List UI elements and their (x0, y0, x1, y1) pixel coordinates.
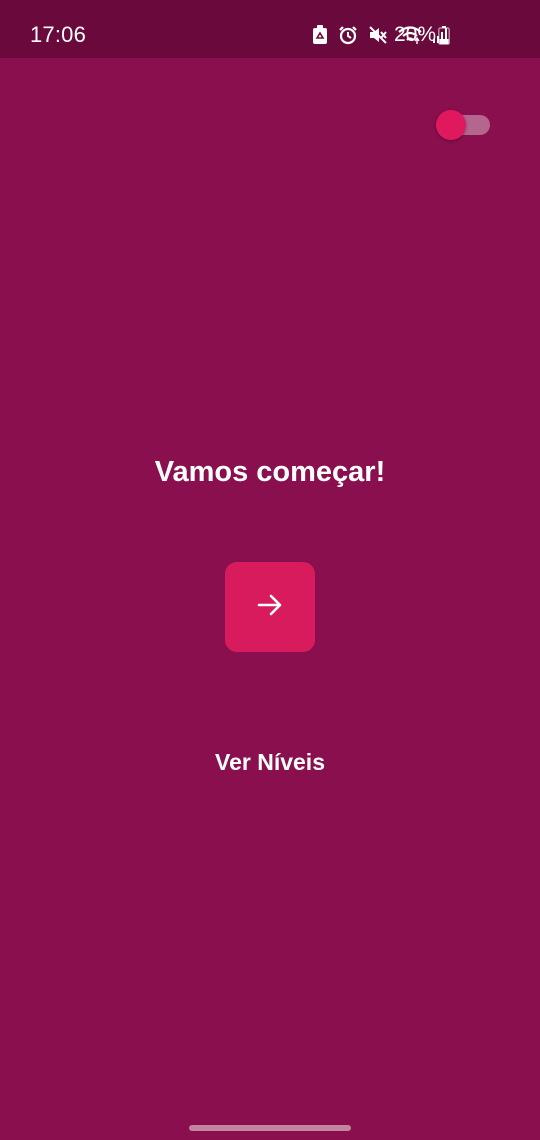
arrow-right-icon (256, 591, 284, 624)
battery-icon (438, 26, 450, 50)
toggle-thumb (436, 110, 466, 140)
home-indicator[interactable] (189, 1125, 351, 1131)
theme-toggle[interactable] (436, 110, 492, 140)
start-button[interactable] (225, 562, 315, 652)
status-bar: 17:06 20% (0, 0, 540, 58)
recycle-icon (312, 25, 328, 45)
battery-percent: 20% (394, 23, 437, 46)
view-levels-link[interactable]: Ver Níveis (0, 746, 540, 778)
mute-icon (368, 25, 388, 45)
page-title: Vamos começar! (154, 456, 386, 488)
alarm-icon (338, 25, 358, 45)
status-time: 17:06 (30, 22, 87, 47)
